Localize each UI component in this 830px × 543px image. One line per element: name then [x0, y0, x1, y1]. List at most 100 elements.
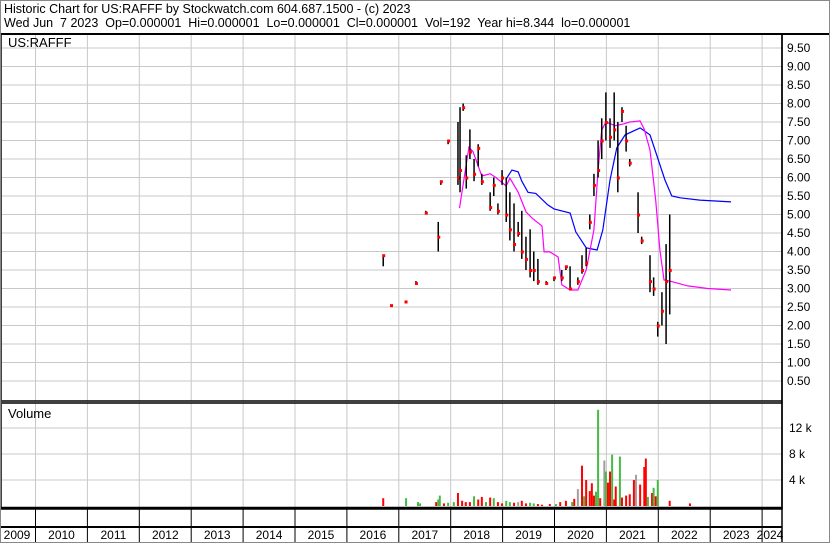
- close-marker: [620, 109, 624, 113]
- volume-bar: [583, 496, 586, 506]
- volume-bar: [654, 496, 657, 506]
- volume-bar: [524, 503, 527, 506]
- volume-bar: [529, 502, 532, 506]
- historic-chart: US:RAFFF Volume 0.50 1.00 1.50 2.00 2.50 3.00…: [0, 0, 830, 543]
- volume-bar: [501, 503, 504, 506]
- close-marker: [588, 220, 592, 224]
- volume-bar: [634, 474, 637, 506]
- close-marker: [560, 276, 564, 280]
- close-marker: [404, 300, 408, 304]
- close-marker: [382, 254, 386, 258]
- close-marker: [652, 287, 656, 291]
- close-marker: [501, 176, 505, 180]
- volume-bar: [646, 496, 649, 506]
- year-label: 2022: [671, 528, 698, 542]
- plot-border: [0, 33, 783, 510]
- volume-bar: [590, 483, 593, 506]
- price-tick-label: 6.00: [787, 171, 811, 185]
- volume-label: Volume: [8, 406, 51, 421]
- close-marker: [640, 239, 644, 243]
- short-moving-average-line: [458, 120, 732, 291]
- close-marker: [665, 280, 669, 284]
- volume-bar: [620, 497, 623, 506]
- close-marker: [465, 176, 469, 180]
- price-tick-label: 1.50: [787, 337, 811, 351]
- volume-bar: [532, 503, 535, 506]
- volume-bar: [606, 482, 609, 506]
- close-marker: [604, 121, 608, 124]
- volume-bar: [496, 502, 499, 506]
- outer-border: [0, 0, 830, 543]
- axes: 0.50 1.00 1.50 2.00 2.50 3.00 3.50 4.00 4.50 5.00…: [4, 41, 813, 542]
- close-marker: [447, 139, 451, 143]
- price-tick-label: 5.50: [787, 189, 811, 203]
- volume-tick-label: 4 k: [789, 473, 806, 487]
- price-tick-label: 4.50: [787, 226, 811, 240]
- volume-bar: [588, 491, 591, 506]
- year-label: 2011: [100, 528, 126, 542]
- volume-bar: [632, 480, 635, 506]
- close-marker: [439, 180, 443, 184]
- close-marker: [585, 261, 589, 265]
- year-label: 2018: [463, 528, 490, 542]
- volume-tick-label: 12 k: [789, 421, 813, 435]
- close-marker: [517, 232, 521, 235]
- close-marker: [477, 146, 481, 150]
- volume-bar: [639, 484, 642, 506]
- close-marker: [576, 280, 580, 284]
- price-tick-label: 5.00: [787, 208, 811, 222]
- volume-bar: [513, 502, 516, 506]
- close-marker: [532, 269, 536, 272]
- close-marker: [613, 128, 617, 132]
- price-tick-label: 0.50: [787, 374, 811, 388]
- close-marker: [520, 250, 524, 254]
- close-marker: [513, 243, 517, 247]
- close-marker: [492, 183, 496, 187]
- volume-bar: [461, 500, 464, 506]
- volume-bar: [419, 503, 422, 506]
- price-tick-label: 8.00: [787, 97, 811, 111]
- volume-bar: [468, 502, 471, 506]
- close-marker: [600, 139, 604, 143]
- close-marker: [552, 276, 556, 280]
- volume-panel: [382, 409, 691, 506]
- year-label: 2024: [757, 528, 784, 542]
- year-label: 2013: [204, 528, 231, 542]
- volume-bar: [484, 502, 487, 506]
- close-marker: [625, 139, 629, 143]
- price-tick-label: 4.00: [787, 245, 811, 259]
- volume-bar: [541, 504, 544, 506]
- volume-bar: [447, 502, 450, 506]
- price-tick-label: 3.50: [787, 263, 811, 277]
- close-marker: [668, 269, 672, 272]
- year-label: 2010: [48, 528, 75, 542]
- volume-bar: [614, 486, 617, 506]
- volume-bar: [417, 502, 420, 506]
- volume-bar: [489, 497, 492, 506]
- price-tick-label: 2.50: [787, 300, 811, 314]
- volume-bar: [576, 489, 579, 506]
- year-label: 2021: [619, 528, 646, 542]
- volume-bar: [688, 503, 691, 506]
- close-marker: [564, 265, 568, 269]
- close-marker: [524, 257, 528, 261]
- close-marker: [628, 161, 632, 165]
- volume-bar: [618, 456, 621, 506]
- volume-bar: [628, 494, 631, 506]
- volume-bar: [644, 458, 647, 506]
- year-label: 2012: [152, 528, 179, 542]
- volume-bar: [492, 498, 495, 506]
- year-label: 2016: [360, 528, 387, 542]
- volume-bar: [668, 500, 671, 506]
- price-tick-label: 9.00: [787, 60, 811, 74]
- volume-bar: [508, 502, 511, 506]
- close-marker: [545, 281, 549, 285]
- close-marker: [648, 280, 652, 284]
- volume-bar: [581, 465, 584, 506]
- volume-bar: [559, 502, 562, 506]
- volume-bar: [564, 500, 567, 506]
- volume-bar: [609, 471, 612, 506]
- close-marker: [459, 169, 463, 173]
- volume-bar: [656, 480, 659, 506]
- price-tick-label: 3.00: [787, 282, 811, 296]
